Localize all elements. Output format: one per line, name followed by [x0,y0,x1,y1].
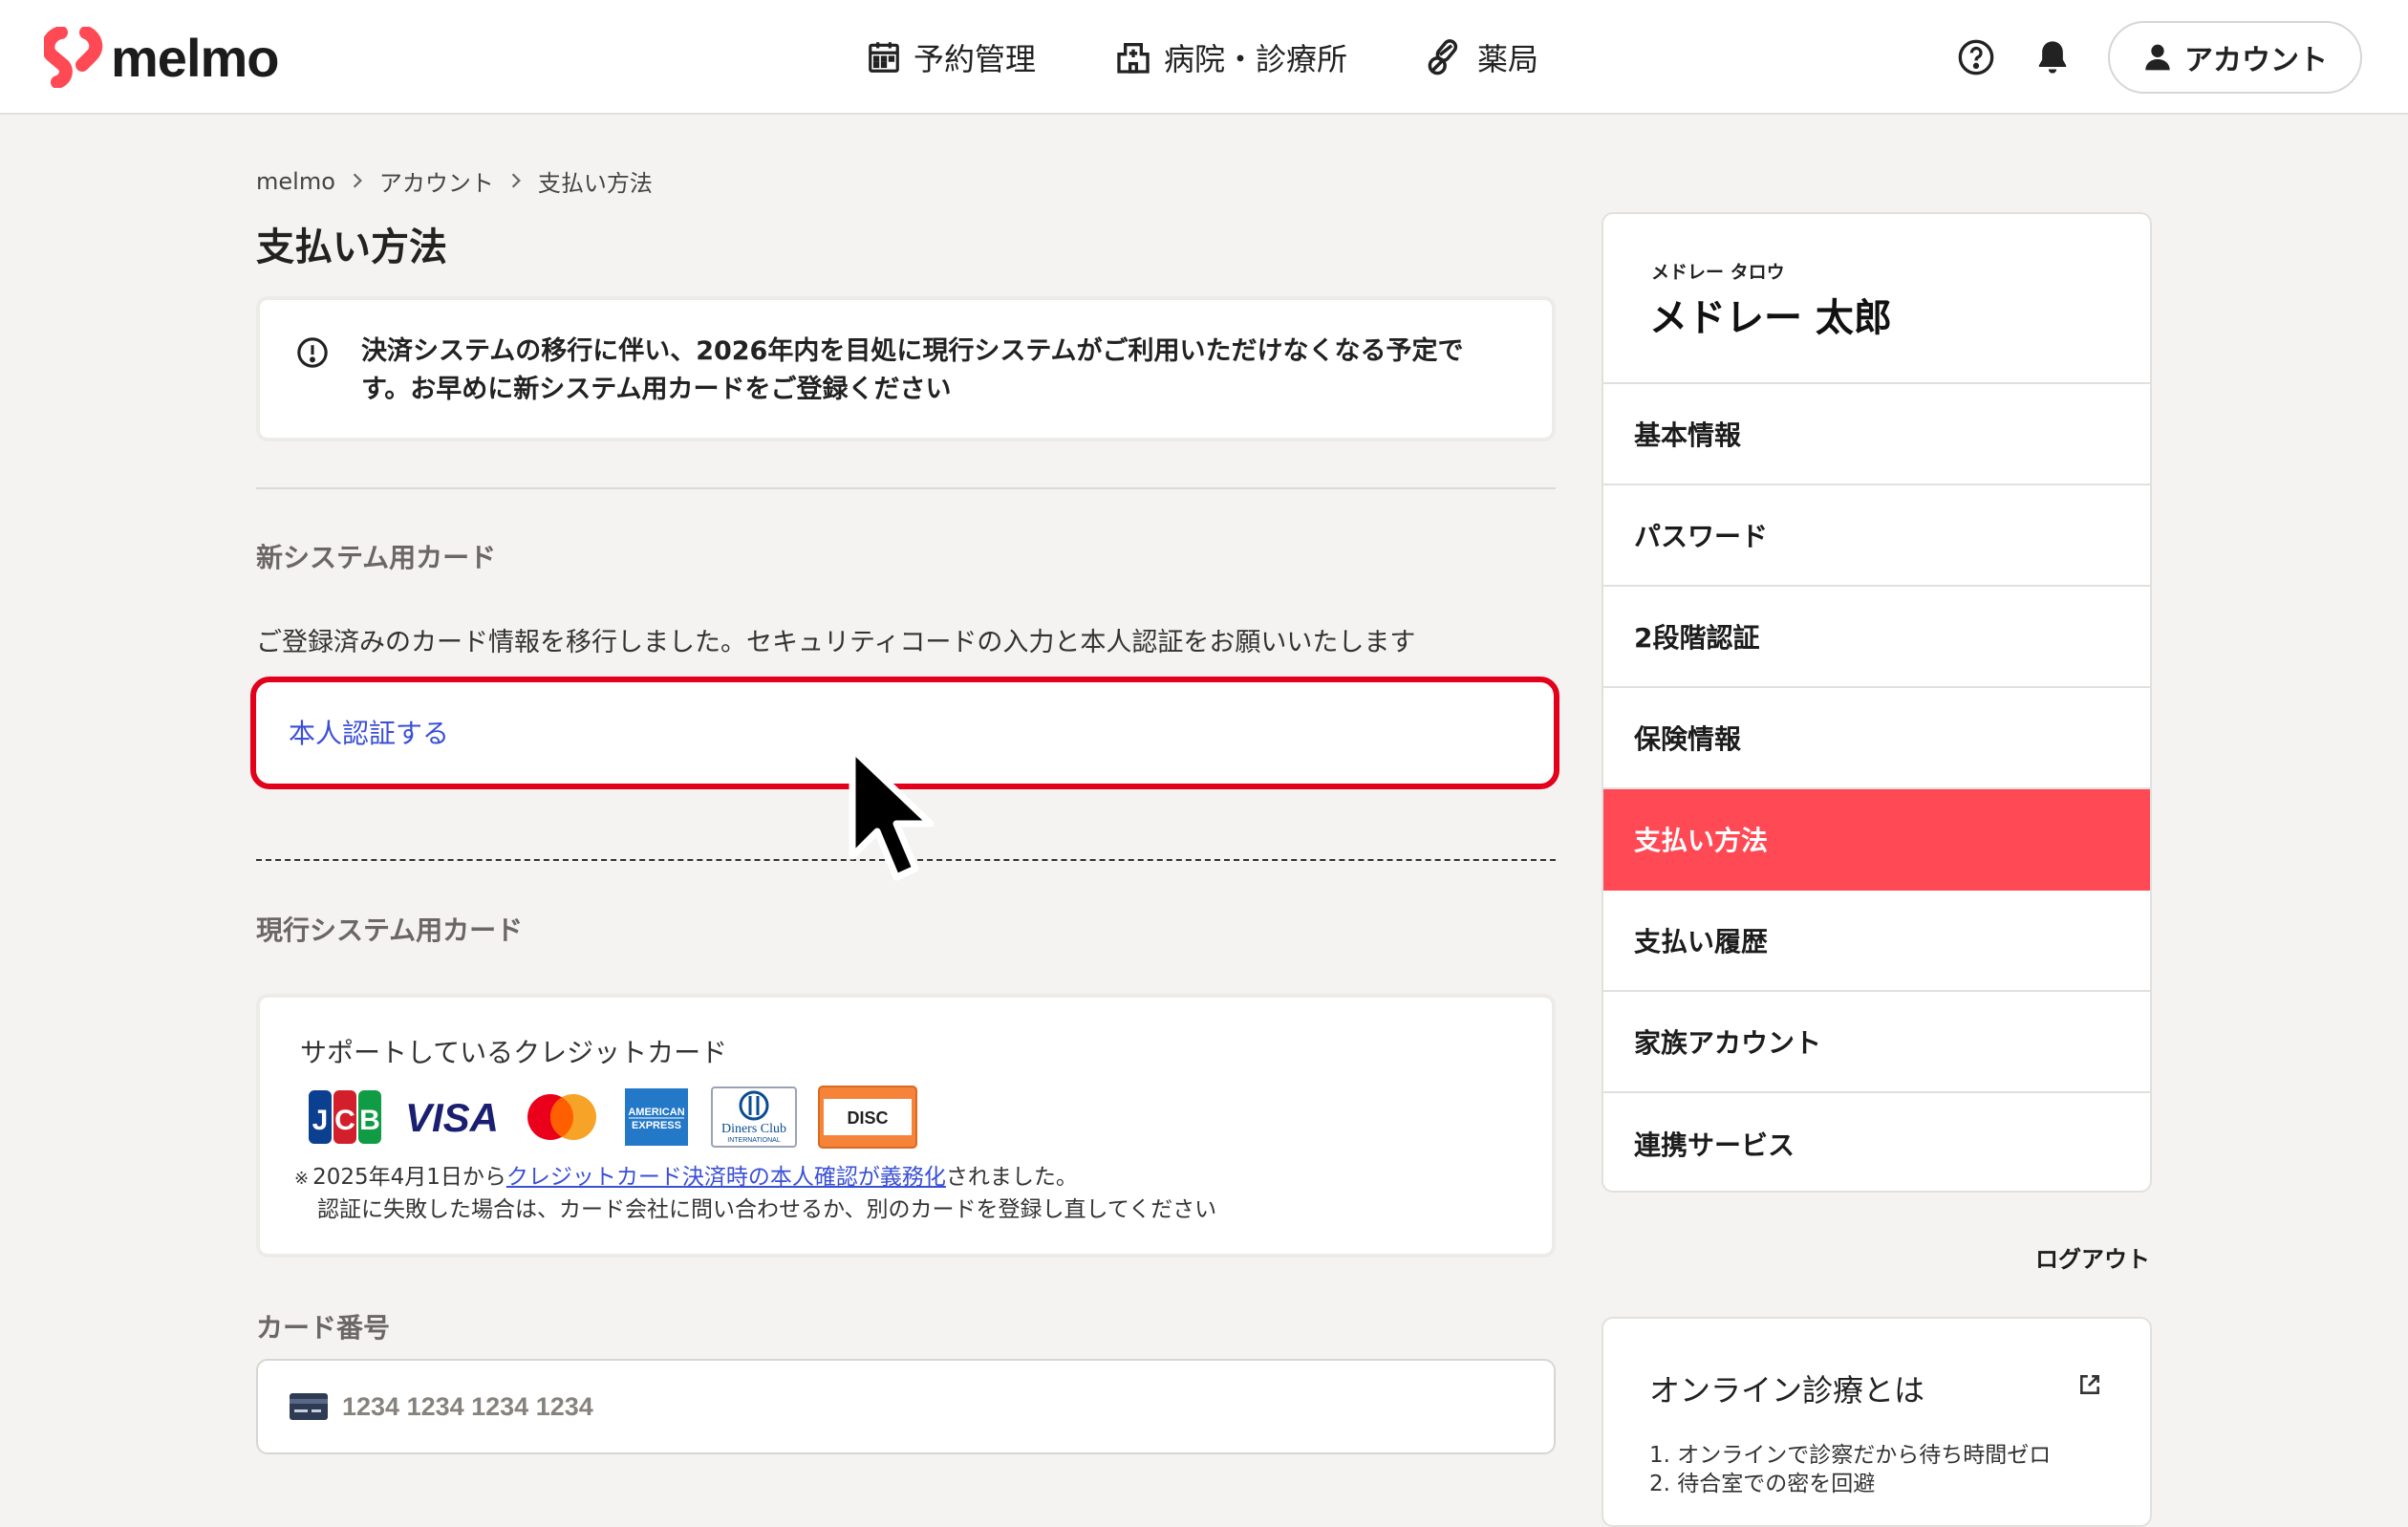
svg-text:VISA: VISA [405,1095,499,1140]
svg-text:J: J [312,1105,329,1136]
svg-text:AMERICAN: AMERICAN [628,1107,684,1118]
sidebar-item-linked-services[interactable]: 連携サービス [1603,1093,2150,1191]
nav-hospitals[interactable]: 病院・診療所 [1114,35,1347,79]
note-suffix: されました。 [945,1165,1078,1190]
external-link-icon[interactable] [2077,1372,2102,1401]
breadcrumb-current: 支払い方法 [537,170,653,197]
sidebar-item-two-factor[interactable]: 2段階認証 [1603,587,2150,688]
info-card-title: オンライン診療とは [1649,1372,1925,1409]
jcb-logo-icon: J C B [308,1089,382,1145]
discover-logo-icon: DISC [818,1086,917,1149]
info-card-item: 1. オンラインで診察だから待ち時間ゼロ [1649,1443,2052,1468]
new-system-card-label: 新システム用カード [256,542,497,573]
main-nav: 予約管理 病院・診療所 薬局 [866,29,1617,86]
sidebar-item-family-account[interactable]: 家族アカウント [1603,992,2150,1093]
page-title: 支払い方法 [256,226,447,269]
sidebar-item-password[interactable]: パスワード [1603,485,2150,587]
calendar-icon [869,42,899,73]
online-consultation-card[interactable]: オンライン診療とは 1. オンラインで診察だから待ち時間ゼロ 2. 待合室での密… [1602,1317,2152,1527]
account-button[interactable]: アカウント [2108,21,2362,94]
pills-icon [1428,39,1458,75]
note-line2: 認証に失敗した場合は、カード会社に問い合わせるか、別のカードを登録し直してくださ… [317,1197,1217,1222]
melmo-logo[interactable]: melmo [41,23,279,92]
cards-note: ※ 2025年4月1日からクレジットカード決済時の本人確認が義務化されました。 認… [294,1162,1216,1225]
user-name: メドレー 太郎 [1649,296,1892,340]
info-card-list: 1. オンラインで診察だから待ち時間ゼロ 2. 待合室での密を回避 [1649,1441,2051,1498]
verify-identity-link[interactable]: 本人認証する [289,713,449,751]
sidebar-item-basic-info[interactable]: 基本情報 [1603,384,2150,485]
logo-text: melmo [111,27,279,88]
sidebar-item-payment-method[interactable]: 支払い方法 [1603,789,2150,891]
profile-header: メドレー タロウ メドレー 太郎 [1603,214,2150,384]
svg-text:B: B [359,1105,380,1136]
info-card-item: 2. 待合室での密を回避 [1649,1472,1876,1496]
authentication-mandate-link[interactable]: クレジットカード決済時の本人確認が義務化 [506,1165,946,1190]
svg-text:EXPRESS: EXPRESS [632,1120,681,1131]
alert-circle-icon [296,336,329,373]
breadcrumb-account[interactable]: アカウント [379,164,494,198]
card-number-field[interactable] [256,1359,1556,1454]
note-prefix: 2025年4月1日から [312,1165,506,1190]
section-divider [256,487,1556,489]
account-button-label: アカウント [2184,44,2328,77]
visa-logo-icon: VISA [403,1089,501,1145]
chevron-right-icon [351,168,364,195]
breadcrumb: melmo アカウント 支払い方法 [256,164,653,198]
hospital-icon [1117,43,1150,74]
note-mark: ※ [294,1169,310,1189]
credit-card-icon [290,1393,328,1420]
nav-pharmacy-label: 薬局 [1477,41,1539,77]
user-icon [2145,44,2170,71]
top-header: melmo 予約管理 病院・診療所 薬局 アカウント [0,0,2408,115]
svg-text:DISC: DISC [847,1108,888,1128]
sidebar-item-insurance[interactable]: 保険情報 [1603,688,2150,789]
dashed-divider [256,859,1556,861]
nav-hospitals-label: 病院・診療所 [1164,41,1348,77]
svg-text:C: C [334,1105,355,1136]
nav-reservations-label: 予約管理 [914,41,1037,77]
logout-link[interactable]: ログアウト [2035,1240,2150,1274]
melmo-logo-mark-icon [41,26,103,89]
breadcrumb-home[interactable]: melmo [256,168,335,195]
migration-notice: 決済システムの移行に伴い、2026年内を目処に現行システムがご利用いただけなくな… [256,296,1556,441]
card-brand-logos: J C B VISA AMERICAN EXPRESS Diners Club … [308,1086,938,1149]
auth-box[interactable] [256,682,1556,784]
chevron-right-icon [509,168,523,195]
header-actions: アカウント [1955,21,2362,94]
nav-pharmacy[interactable]: 薬局 [1426,35,1538,79]
bell-icon[interactable] [2032,36,2074,78]
diners-club-logo-icon: Diners Club INTERNATIONAL [711,1086,797,1148]
card-number-label: カード番号 [256,1312,391,1344]
new-system-description: ご登録済みのカード情報を移行しました。セキュリティコードの入力と本人認証をお願い… [256,628,1416,657]
svg-text:Diners Club: Diners Club [721,1122,786,1136]
user-name-kana: メドレー タロウ [1651,262,1785,283]
notice-text: 決済システムの移行に伴い、2026年内を目処に現行システムがご利用いただけなくな… [361,336,1464,404]
nav-reservations[interactable]: 予約管理 [866,35,1036,79]
account-sidebar: メドレー タロウ メドレー 太郎 基本情報 パスワード 2段階認証 保険情報 支… [1602,212,2152,1193]
amex-logo-icon: AMERICAN EXPRESS [623,1086,690,1148]
supported-cards-title: サポートしているクレジットカード [300,1037,728,1068]
mastercard-logo-icon [522,1089,602,1145]
card-number-input[interactable] [342,1391,1489,1422]
svg-text:INTERNATIONAL: INTERNATIONAL [727,1137,781,1144]
help-circle-icon[interactable] [1955,36,1997,78]
current-system-card-label: 現行システム用カード [256,914,524,946]
supported-cards-box: サポートしているクレジットカード J C B VISA AMERICAN EXP… [256,994,1556,1258]
sidebar-item-payment-history[interactable]: 支払い履歴 [1603,891,2150,992]
